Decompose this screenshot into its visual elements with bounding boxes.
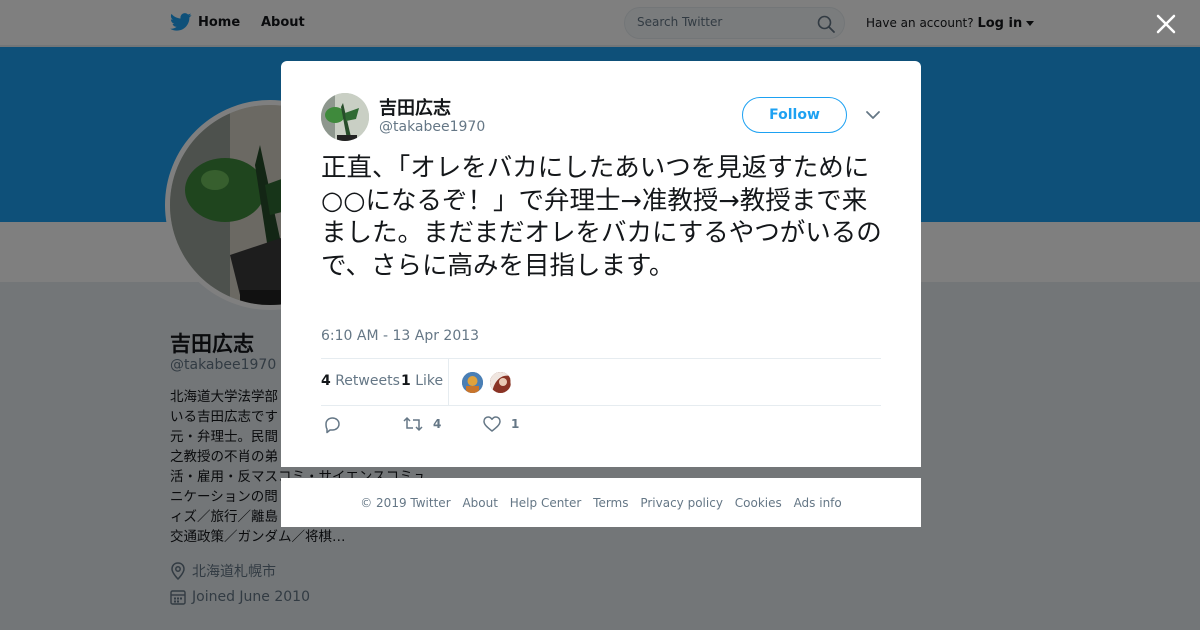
footer-links: © 2019 Twitter About Help Center Terms P…: [281, 496, 921, 510]
stats-divider: [448, 359, 449, 405]
retweet-count: 4: [321, 373, 331, 389]
retweet-icon: [403, 416, 423, 432]
tweet-text: 正直、「オレをバカにしたあいつを見返すために○○になるぞ！」で弁理士→准教授→教…: [321, 153, 882, 281]
tweet-actions: 4 1: [321, 416, 881, 440]
footer-link-help-center[interactable]: Help Center: [510, 496, 582, 510]
footer-link-ads-info[interactable]: Ads info: [794, 496, 842, 510]
tweet-modal: 吉田広志 @takabee1970 Follow 正直、「オレをバカにしたあいつ…: [281, 61, 921, 467]
reply-icon: [325, 417, 340, 434]
modal-footer: © 2019 Twitter About Help Center Terms P…: [281, 478, 921, 527]
reply-action[interactable]: [323, 416, 341, 434]
retweet-action-count: 4: [433, 417, 442, 431]
retweet-stat[interactable]: 4 Retweets: [321, 373, 400, 389]
chevron-down-icon[interactable]: [865, 109, 881, 121]
tweet-timestamp[interactable]: 6:10 AM - 13 Apr 2013: [321, 328, 479, 344]
tweet-author-handle[interactable]: @takabee1970: [379, 119, 485, 135]
tweet-author-name[interactable]: 吉田広志: [379, 94, 451, 120]
liker-avatar[interactable]: [488, 370, 513, 395]
like-label: Like: [415, 373, 444, 389]
retweet-action[interactable]: 4: [403, 416, 441, 432]
avatar-image: [490, 372, 511, 393]
footer-copyright: © 2019 Twitter: [360, 496, 451, 510]
tweet-author-avatar[interactable]: [321, 93, 369, 141]
like-action-count: 1: [511, 417, 520, 431]
retweet-label: Retweets: [335, 373, 400, 389]
follow-button[interactable]: Follow: [742, 97, 847, 133]
like-action[interactable]: 1: [483, 416, 519, 432]
avatar-image: [321, 93, 369, 141]
like-count: 1: [401, 373, 411, 389]
tweet-stats: 4 Retweets 1 Like: [321, 358, 881, 406]
heart-icon: [483, 416, 501, 432]
footer-link-cookies[interactable]: Cookies: [735, 496, 782, 510]
footer-link-privacy-policy[interactable]: Privacy policy: [640, 496, 723, 510]
close-icon[interactable]: [1152, 10, 1180, 38]
footer-link-terms[interactable]: Terms: [593, 496, 628, 510]
liker-avatar[interactable]: [460, 370, 485, 395]
footer-link-about[interactable]: About: [462, 496, 497, 510]
avatar-image: [462, 372, 483, 393]
like-stat[interactable]: 1 Like: [401, 373, 443, 389]
